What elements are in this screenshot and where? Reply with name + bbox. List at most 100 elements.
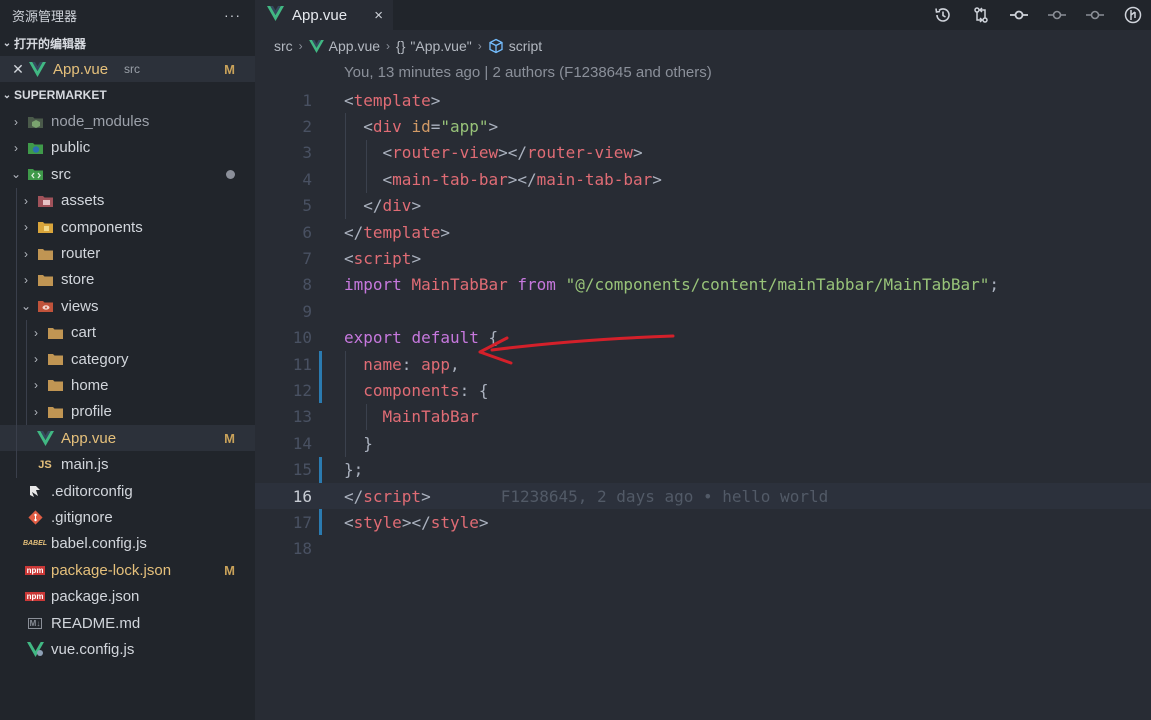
tree-item-package-lock-json[interactable]: npm package-lock.json M [0,557,255,583]
indent-guide [16,213,17,241]
vue-icon [308,39,324,53]
tree-item-app-vue[interactable]: App.vue M [0,425,255,452]
braces-icon: {} [396,38,406,54]
tree-item-main-js[interactable]: JS main.js [0,451,255,478]
js-icon: JS [38,458,52,471]
chevron-right-icon[interactable]: › [10,141,22,155]
breadcrumb-symbol[interactable]: "App.vue" [410,38,471,54]
tree-item-gitignore[interactable]: .gitignore [0,504,255,530]
tree-item-node_modules[interactable]: › node_modules [0,108,255,134]
chevron-right-icon: › [298,39,303,53]
modified-dot-icon [226,169,235,179]
tree-item-label: .gitignore [51,508,113,526]
views-folder-icon [36,298,54,314]
history-icon[interactable] [929,1,957,29]
tree-item-assets[interactable]: › assets [0,187,255,214]
indent-guide [16,425,17,452]
indent-guide [16,451,17,478]
editor-area: App.vue × src › App.vue › {} "App.vue" ›… [255,0,1151,720]
status-badge: M [224,61,235,77]
open-editor-item[interactable]: ✕ App.vue src M [0,56,255,83]
chevron-right-icon[interactable]: › [30,326,42,340]
indent-guide [26,398,27,426]
editor-actions [929,0,1147,30]
compare-changes-icon[interactable] [967,1,995,29]
components-folder-icon [36,219,54,235]
tree-item-category[interactable]: › category [0,345,255,373]
git-icon [26,509,44,525]
indent-guide [26,345,27,373]
git-lens-icon[interactable] [1119,1,1147,29]
tree-item-package-json[interactable]: npm package.json [0,583,255,609]
tree-item-profile[interactable]: › profile [0,398,255,426]
folder-icon [46,325,64,341]
tree-item-label: src [51,165,71,183]
tree-item-label: category [71,350,129,368]
tree-item-label: .editorconfig [51,482,133,500]
indent-guide [16,266,17,294]
chevron-right-icon[interactable]: › [20,194,32,208]
tree-item-components[interactable]: › components [0,213,255,241]
tree-item-router[interactable]: › router [0,240,255,267]
ellipsis-icon[interactable]: ··· [224,7,241,23]
chevron-down-icon: ⌄ [2,89,12,101]
chevron-right-icon[interactable]: › [30,405,42,419]
tree-item-label: public [51,139,91,157]
close-icon[interactable]: ✕ [10,61,26,78]
chevron-right-icon[interactable]: › [30,378,42,392]
annotation-arrow [478,334,675,365]
vue-config-icon [26,641,44,657]
chevron-right-icon[interactable]: › [20,247,32,261]
git-commit-icon[interactable] [1005,1,1033,29]
tree-item-cart[interactable]: › cart [0,319,255,346]
tree-item-editorconfig[interactable]: .editorconfig [0,478,255,504]
code-editor[interactable]: You, 13 minutes ago | 2 authors (F123864… [255,62,1151,720]
tree-item-babel-config-js[interactable]: BABEL babel.config.js [0,531,255,557]
chevron-down-icon[interactable]: ⌄ [10,167,22,181]
tab-app-vue[interactable]: App.vue × [255,0,393,30]
tree-item-label: vue.config.js [51,640,135,658]
tab-label: App.vue [292,6,348,24]
chevron-right-icon[interactable]: › [10,115,22,129]
tree-item-vue-config-js[interactable]: vue.config.js [0,636,255,662]
breadcrumb-leaf[interactable]: script [509,38,542,54]
chevron-right-icon[interactable]: › [30,352,42,366]
tree-item-src[interactable]: ⌄ src [0,161,255,187]
tree-item-label: README.md [51,614,141,632]
folder-icon [46,404,64,420]
breadcrumb-file[interactable]: App.vue [329,38,380,54]
vue-icon [28,61,46,77]
indent-guide [26,372,27,399]
vue-icon [267,5,284,25]
close-icon[interactable]: × [374,7,383,24]
tree-item-label: home [71,376,109,394]
editorconfig-icon [26,483,44,499]
indent-guide [16,240,17,267]
tree-item-readme-md[interactable]: M↓ README.md [0,610,255,636]
chevron-right-icon[interactable]: › [20,273,32,287]
previous-change-icon[interactable] [1043,1,1071,29]
chevron-down-icon[interactable]: ⌄ [20,299,32,313]
indent-guide [16,293,17,320]
open-editors-section[interactable]: ⌄ 打开的编辑器 [0,30,255,56]
chevron-down-icon: ⌄ [2,37,12,49]
chevron-right-icon[interactable]: › [20,220,32,234]
npm-icon: npm [24,592,46,602]
indent-guide [26,319,27,346]
tree-item-label: router [61,245,101,263]
tree-item-label: main.js [61,456,109,474]
explorer-title: 资源管理器 [12,8,78,24]
tree-item-home[interactable]: › home [0,372,255,399]
tree-item-views[interactable]: ⌄ views [0,293,255,320]
next-change-icon[interactable] [1081,1,1109,29]
project-section[interactable]: ⌄ SUPERMARKET [0,82,255,108]
tree-item-label: assets [61,192,105,210]
indent-guide [16,319,17,346]
tree-item-public[interactable]: › public [0,135,255,161]
open-editors-label: 打开的编辑器 [14,36,87,51]
tab-bar: App.vue × [255,0,1151,30]
open-editor-folder: src [124,62,140,77]
tree-item-store[interactable]: › store [0,266,255,294]
breadcrumb-folder[interactable]: src [274,38,293,54]
tree-item-label: babel.config.js [51,535,147,553]
